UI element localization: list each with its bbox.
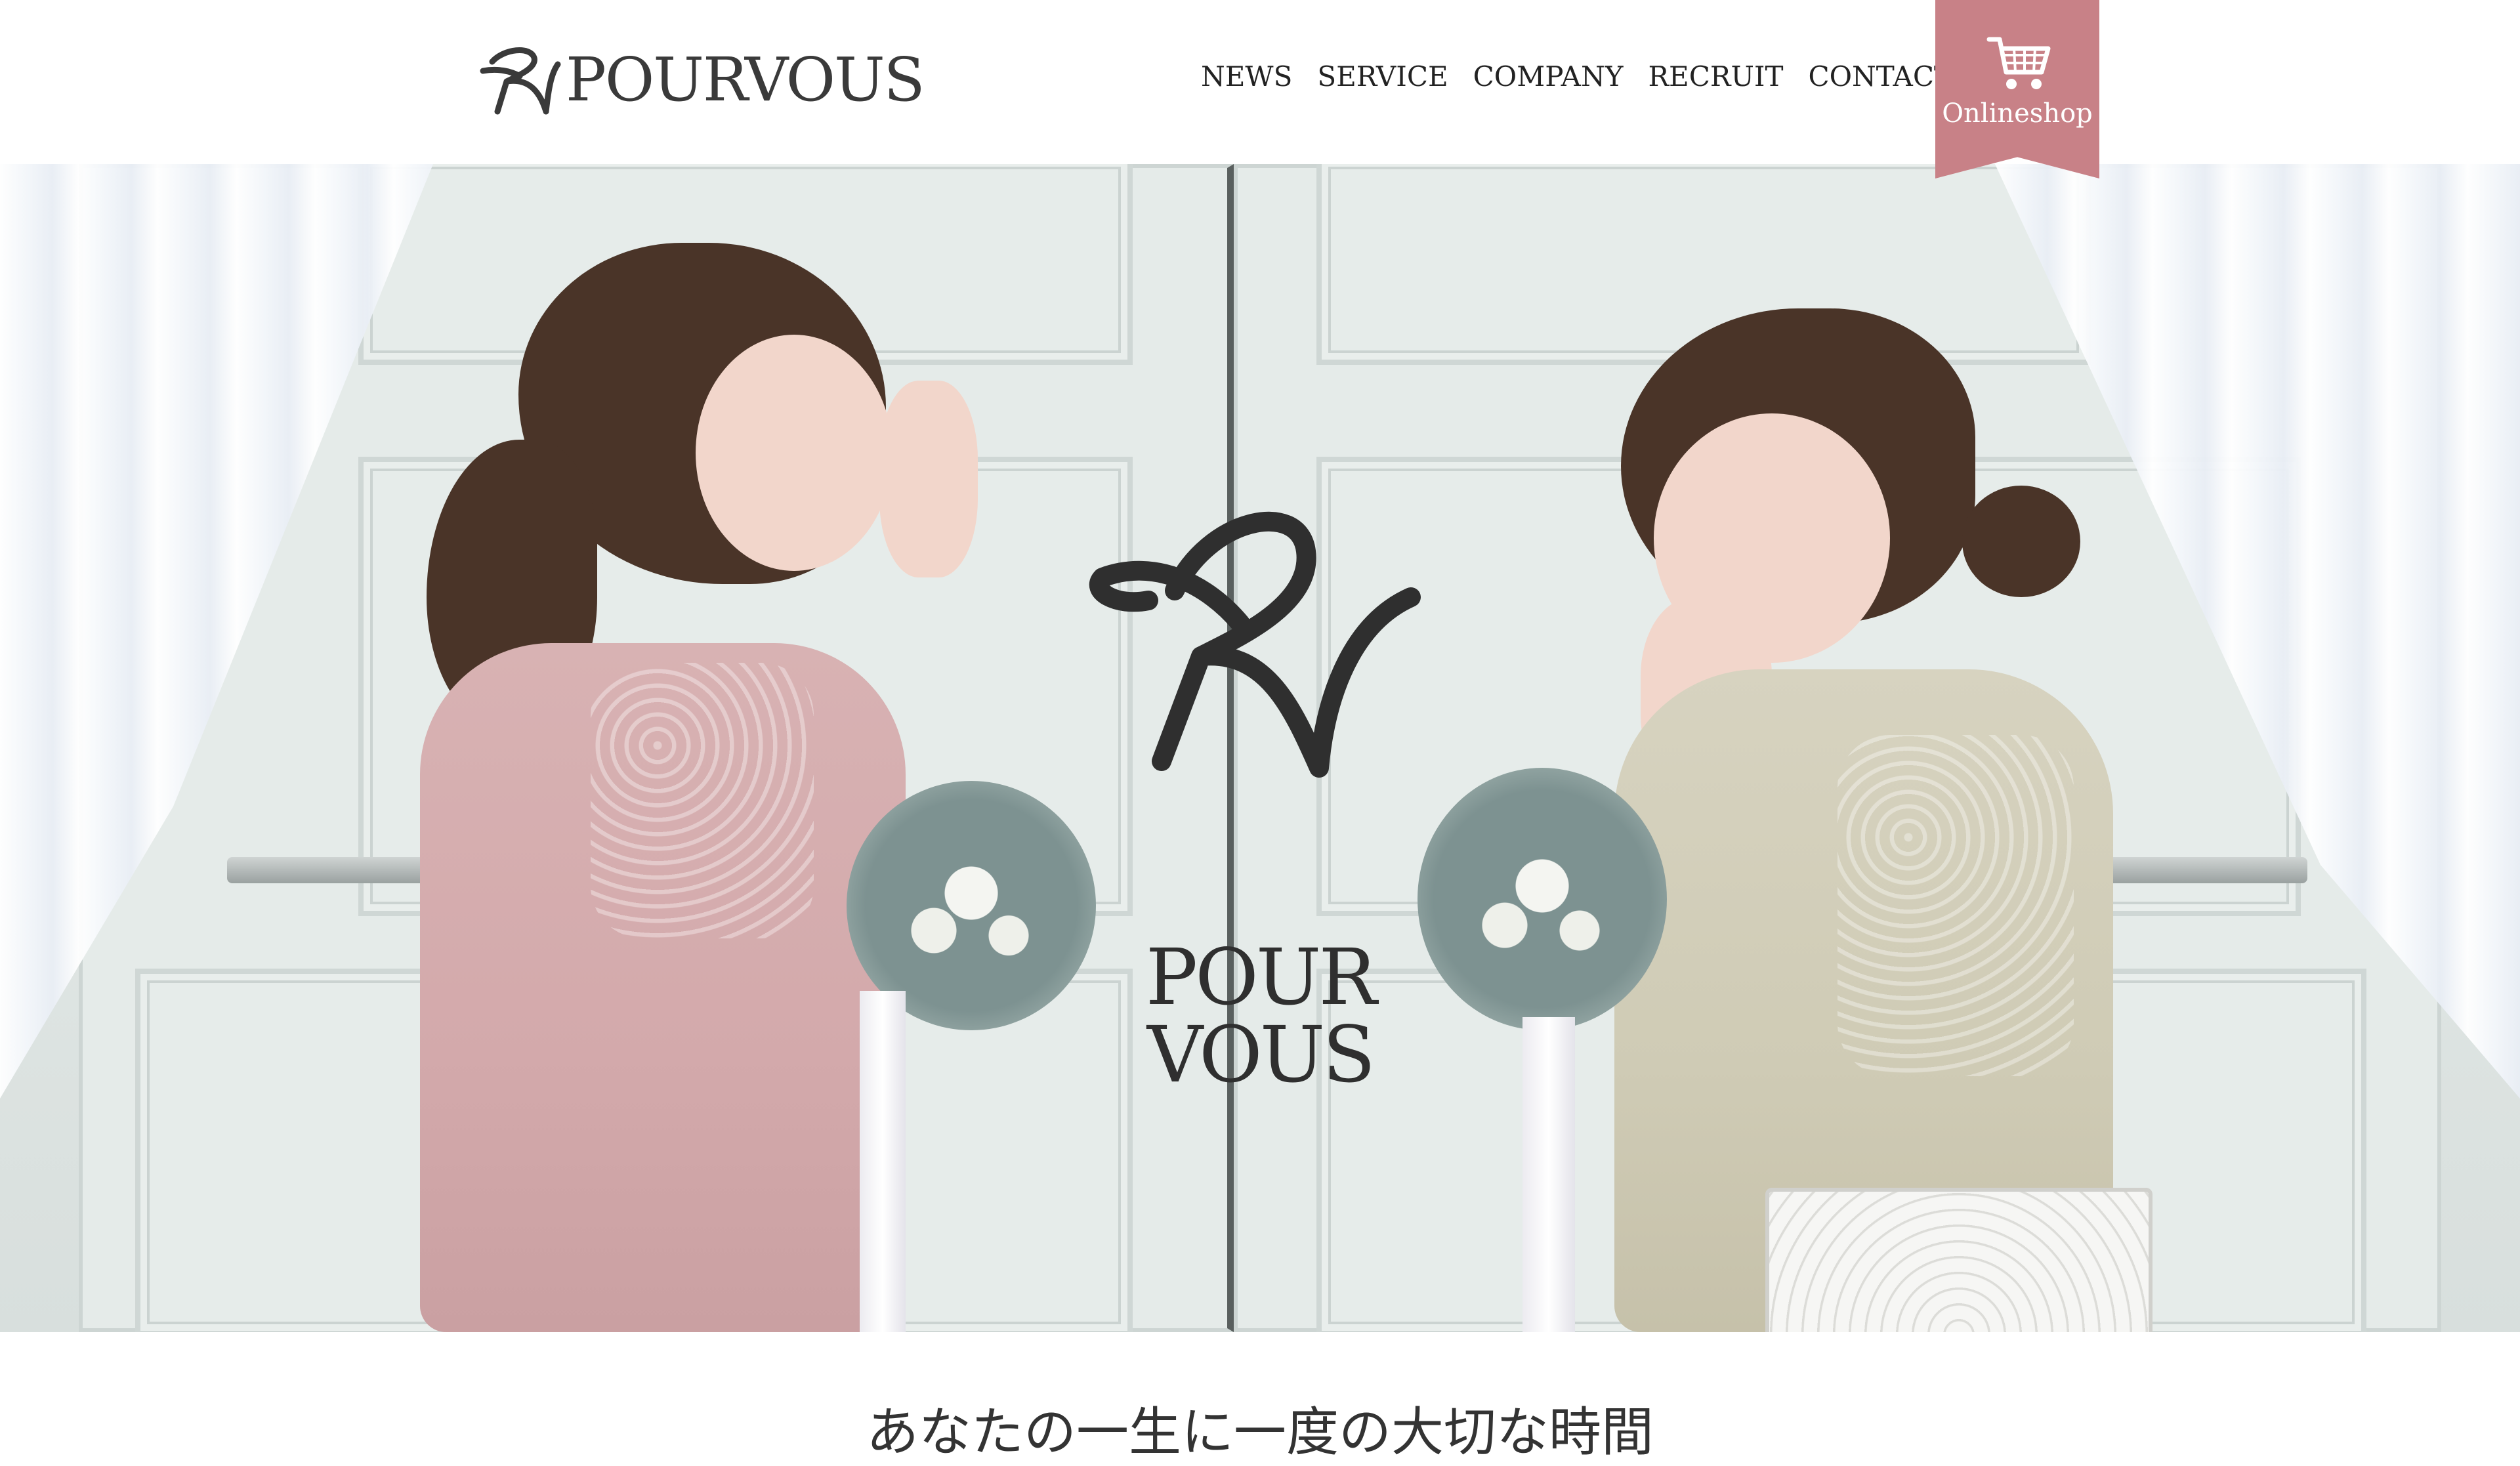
- brand-monogram-icon: [480, 47, 561, 115]
- hero-logo: POUR VOUS: [1076, 492, 1444, 1093]
- hero-logo-text: POUR VOUS: [1145, 932, 1377, 1100]
- nav-item-contact[interactable]: CONTACT: [1808, 60, 1952, 93]
- ribbon: [1522, 1017, 1575, 1332]
- door-handle: [2084, 857, 2307, 883]
- lace-sleeve: [591, 663, 814, 938]
- nav-item-recruit[interactable]: RECRUIT: [1648, 60, 1783, 93]
- nav-item-news[interactable]: NEWS: [1201, 60, 1292, 93]
- hand: [879, 381, 978, 577]
- brand-logo[interactable]: POURVOUS: [478, 41, 925, 119]
- site-header: POURVOUS NEWS SERVICE COMPANY RECRUIT CO…: [0, 0, 2520, 178]
- hero-monogram-icon: [1089, 511, 1421, 778]
- onlineshop-button[interactable]: Onlineshop: [1935, 0, 2099, 178]
- hair-bun: [1962, 486, 2080, 597]
- nav-item-company[interactable]: COMPANY: [1473, 60, 1624, 93]
- nav-item-service[interactable]: SERVICE: [1317, 60, 1448, 93]
- ribbon: [860, 991, 906, 1332]
- lace-sleeve: [1838, 735, 2074, 1076]
- main-nav: NEWS SERVICE COMPANY RECRUIT CONTACT: [1201, 60, 1952, 93]
- onlineshop-label: Onlineshop: [1942, 98, 2093, 129]
- brand-name: POURVOUS: [566, 45, 925, 115]
- hero-tagline: あなたの一生に一度の大切な時間: [866, 1402, 1654, 1463]
- beaded-clutch: [1765, 1188, 2152, 1332]
- hero-image: POUR VOUS: [0, 164, 2520, 1332]
- bouquet-right: [1418, 768, 1667, 1030]
- cart-icon: [1986, 37, 2051, 89]
- face: [696, 335, 892, 571]
